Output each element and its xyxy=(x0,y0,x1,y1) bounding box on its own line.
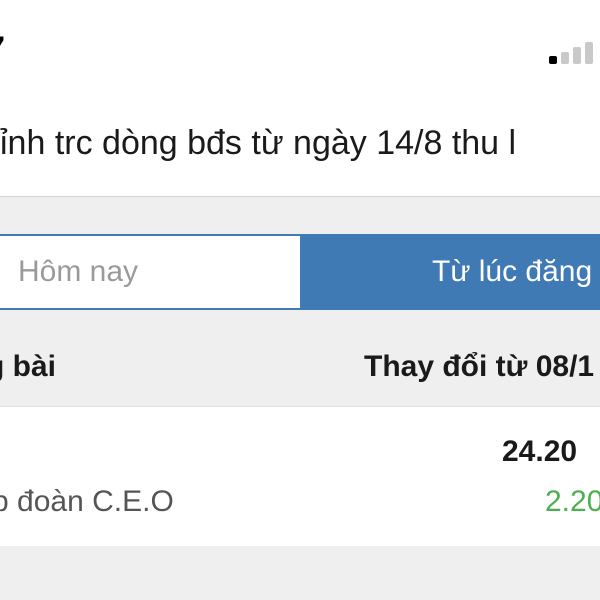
stock-price: 24.20 xyxy=(502,435,578,468)
status-time: 7 xyxy=(0,30,5,69)
column-header-change: Thay đổi từ 08/1 xyxy=(364,350,595,383)
screen: 7 ỉnh trc dòng bđs từ ngày 14/8 thu l Hô… xyxy=(0,0,600,600)
list-footer xyxy=(0,546,600,600)
post-title: ỉnh trc dòng bđs từ ngày 14/8 thu l xyxy=(0,124,517,162)
price-change: 2.20 xyxy=(545,485,600,518)
tab-today[interactable]: Hôm nay xyxy=(0,234,302,310)
tab-since-posted[interactable]: Từ lúc đăng xyxy=(302,234,600,310)
stock-name: p đoàn C.E.O xyxy=(0,485,174,518)
table-row[interactable] xyxy=(0,406,600,546)
cellular-signal-icon xyxy=(549,40,593,64)
column-header-post: g bài xyxy=(0,350,57,383)
